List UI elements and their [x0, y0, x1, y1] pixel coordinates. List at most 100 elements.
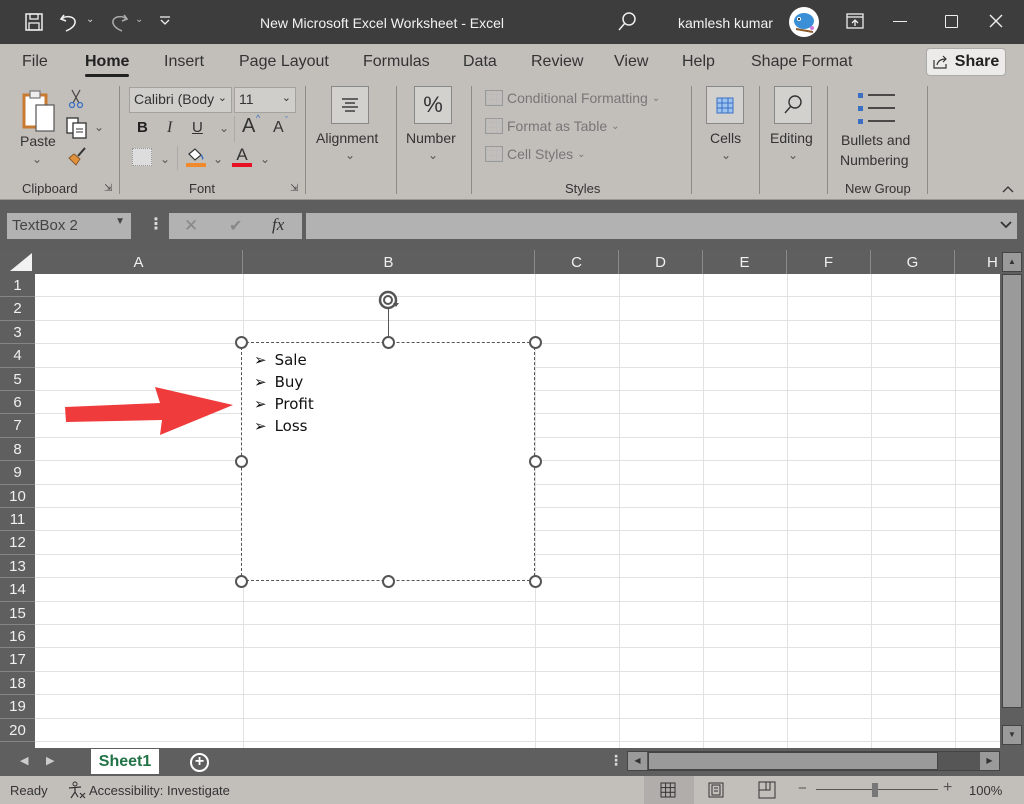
underline-dropdown-icon[interactable]: ⌄: [219, 121, 229, 135]
tab-shape-format[interactable]: Shape Format: [751, 53, 852, 71]
collapse-ribbon-icon[interactable]: [1001, 184, 1015, 194]
row-header[interactable]: 3: [0, 321, 35, 345]
row-header[interactable]: 16: [0, 625, 35, 649]
bold-button[interactable]: B: [137, 119, 148, 136]
font-color-icon[interactable]: A: [231, 144, 253, 168]
row-header[interactable]: 7: [0, 414, 35, 438]
conditional-formatting-button[interactable]: Conditional Formatting ⌄: [485, 90, 660, 106]
tab-formulas[interactable]: Formulas: [363, 53, 430, 71]
redo-dropdown-icon[interactable]: ⌄: [135, 14, 143, 25]
row-header[interactable]: 15: [0, 602, 35, 625]
column-header-g[interactable]: G: [871, 250, 955, 274]
borders-dropdown-icon[interactable]: ⌄: [160, 152, 170, 166]
expand-formula-bar-icon[interactable]: [999, 217, 1013, 236]
accessibility-icon[interactable]: [67, 781, 87, 802]
sheet-tab-sheet1[interactable]: Sheet1: [91, 749, 159, 774]
number-button[interactable]: %: [414, 86, 452, 124]
editing-dropdown-icon[interactable]: ⌄: [788, 148, 798, 162]
undo-dropdown-icon[interactable]: ⌄: [86, 14, 94, 25]
row-header[interactable]: 14: [0, 578, 35, 602]
clipboard-launcher-icon[interactable]: ⇲: [104, 183, 112, 194]
maximize-icon[interactable]: [945, 15, 958, 28]
redo-icon[interactable]: [108, 11, 130, 33]
tab-help[interactable]: Help: [682, 53, 715, 71]
tab-data[interactable]: Data: [463, 53, 497, 71]
column-header-d[interactable]: D: [619, 250, 703, 274]
format-painter-icon[interactable]: [66, 146, 88, 166]
tab-review[interactable]: Review: [531, 53, 583, 71]
bullets-label-line1[interactable]: Bullets and: [841, 132, 910, 148]
number-label[interactable]: Number: [406, 130, 456, 146]
tab-file[interactable]: File: [22, 53, 48, 71]
normal-view-button[interactable]: [644, 776, 694, 804]
horizontal-scrollbar[interactable]: ◀ ▶: [627, 751, 1000, 771]
row-header[interactable]: 9: [0, 461, 35, 485]
row-header[interactable]: 4: [0, 344, 35, 368]
paste-dropdown-icon[interactable]: ⌄: [32, 152, 42, 166]
vertical-scrollbar[interactable]: ▲ ▼: [1000, 250, 1024, 748]
editing-label[interactable]: Editing: [770, 130, 813, 146]
editing-button[interactable]: [774, 86, 812, 124]
column-header-a[interactable]: A: [35, 250, 243, 274]
cut-icon[interactable]: [68, 89, 84, 109]
add-sheet-icon[interactable]: +: [190, 753, 209, 772]
row-header[interactable]: 8: [0, 438, 35, 462]
tab-view[interactable]: View: [614, 53, 648, 71]
row-header[interactable]: 11: [0, 508, 35, 532]
font-size-dropdown[interactable]: 11 ⌄: [234, 87, 296, 113]
fill-color-icon[interactable]: [186, 146, 206, 168]
accessibility-status[interactable]: Accessibility: Investigate: [89, 783, 230, 798]
row-header[interactable]: 6: [0, 391, 35, 415]
share-button[interactable]: Share: [926, 48, 1006, 76]
scroll-down-button[interactable]: ▼: [1002, 725, 1022, 745]
page-break-preview-icon[interactable]: [758, 781, 776, 802]
scroll-right-button[interactable]: ▶: [980, 752, 999, 770]
row-header[interactable]: 18: [0, 672, 35, 696]
previous-sheet-icon[interactable]: ◀: [20, 754, 28, 767]
name-box[interactable]: TextBox 2 ▼: [7, 213, 131, 239]
zoom-out-button[interactable]: −: [798, 780, 807, 797]
page-layout-view-icon[interactable]: [708, 782, 724, 801]
tab-split-handle-icon[interactable]: ⋮: [609, 752, 623, 769]
column-header-f[interactable]: F: [787, 250, 871, 274]
row-header[interactable]: 1: [0, 274, 35, 298]
resize-handle-bottom-right[interactable]: [529, 575, 542, 588]
row-header[interactable]: 20: [0, 719, 35, 742]
column-header-b[interactable]: B: [243, 250, 535, 274]
resize-handle-top-left[interactable]: [235, 336, 248, 349]
borders-icon[interactable]: [132, 148, 152, 166]
undo-icon[interactable]: [58, 11, 80, 33]
caret-down-icon[interactable]: ▼: [115, 216, 125, 227]
bullets-icon[interactable]: [857, 92, 897, 126]
save-icon[interactable]: [24, 12, 44, 32]
scroll-up-button[interactable]: ▲: [1002, 252, 1022, 272]
cell-styles-button[interactable]: Cell Styles ⌄: [485, 146, 586, 162]
alignment-button[interactable]: [331, 86, 369, 124]
zoom-slider-thumb[interactable]: [872, 783, 878, 797]
resize-handle-top-right[interactable]: [529, 336, 542, 349]
ribbon-display-options-icon[interactable]: [846, 13, 864, 29]
resize-handle-bottom[interactable]: [382, 575, 395, 588]
formula-input[interactable]: [306, 213, 1017, 239]
row-header[interactable]: 12: [0, 531, 35, 555]
cells-label[interactable]: Cells: [710, 130, 741, 146]
row-header[interactable]: 13: [0, 555, 35, 579]
paste-icon[interactable]: [22, 89, 56, 133]
bullets-label-line2[interactable]: Numbering: [840, 152, 908, 168]
text-box[interactable]: ➢ Sale ➢ Buy ➢ Profit ➢ Loss: [241, 342, 535, 581]
format-as-table-button[interactable]: Format as Table ⌄: [485, 118, 620, 134]
column-header-c[interactable]: C: [535, 250, 619, 274]
row-header[interactable]: 5: [0, 368, 35, 391]
more-options-icon[interactable]: ⋮: [148, 214, 164, 234]
next-sheet-icon[interactable]: ▶: [46, 754, 54, 767]
horizontal-scroll-thumb[interactable]: [648, 752, 938, 770]
avatar[interactable]: [789, 7, 819, 37]
row-header[interactable]: 19: [0, 695, 35, 719]
customize-qat-icon[interactable]: [158, 14, 172, 28]
fill-color-dropdown-icon[interactable]: ⌄: [213, 152, 223, 166]
user-name[interactable]: kamlesh kumar: [678, 15, 773, 31]
column-header-e[interactable]: E: [703, 250, 787, 274]
increase-font-size-button[interactable]: A: [242, 115, 255, 138]
row-header[interactable]: 17: [0, 648, 35, 672]
resize-handle-left[interactable]: [235, 455, 248, 468]
